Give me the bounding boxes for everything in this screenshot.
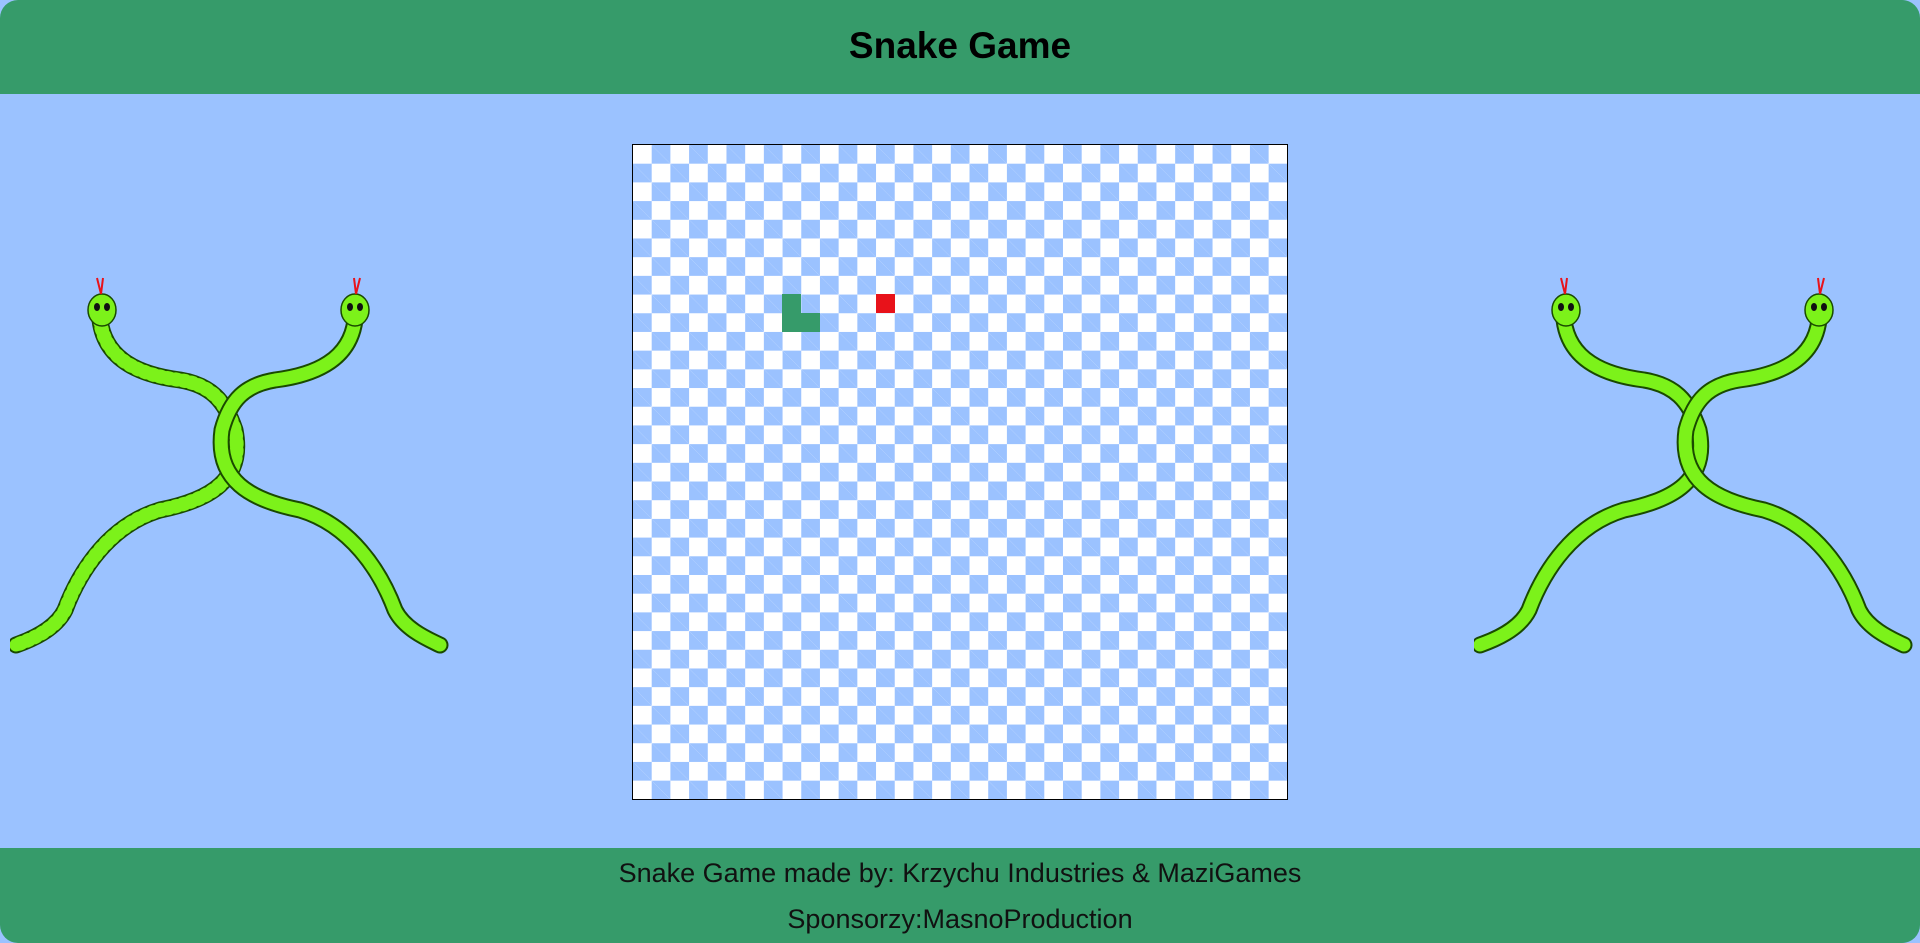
footer-bar: Snake Game made by: Krzychu Industries &… [0,848,1920,943]
food-item [875,294,895,314]
snake-head [782,294,802,314]
snake-right-body [212,311,449,654]
header-bar: Snake Game [0,0,1920,94]
crossed-snakes-icon [1474,277,1913,654]
snake-left-body [1474,311,1710,654]
snake-heads [87,277,370,327]
sponsors-text: Sponsorzy:MasnoProduction [787,904,1133,934]
snake-segment [801,313,820,332]
game-board[interactable] [632,144,1288,800]
snake-heads [1551,277,1834,327]
snake-segment [782,313,802,332]
page-title: Snake Game [848,25,1072,66]
credits-text: Snake Game made by: Krzychu Industries &… [618,858,1302,888]
snake-left-body [10,311,246,654]
crossed-snakes-icon [10,277,449,654]
snake-right-body [1676,311,1913,654]
